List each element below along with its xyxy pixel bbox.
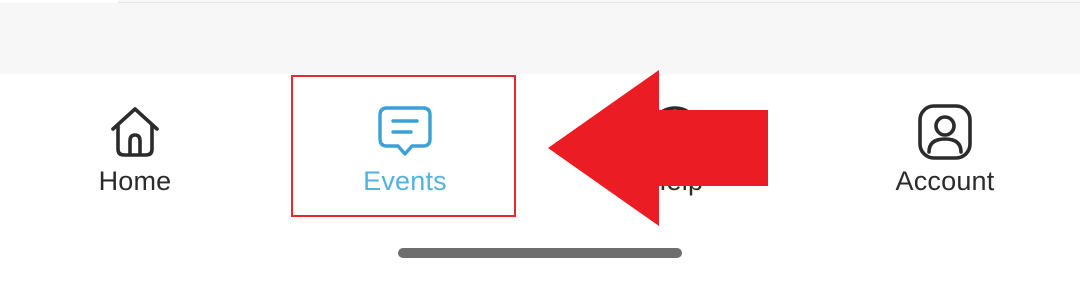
content-divider-gap	[0, 0, 118, 3]
tab-events-label: Events	[363, 166, 447, 196]
app-screen: Home Events Help Account	[0, 0, 1080, 285]
tab-events[interactable]: Events	[270, 74, 540, 224]
tab-account-label: Account	[895, 166, 995, 196]
help-icon	[645, 102, 705, 162]
tab-home-label: Home	[98, 166, 172, 196]
tab-help-label: Help	[646, 166, 704, 196]
bottom-tab-bar: Home Events Help Account	[0, 74, 1080, 234]
tab-home[interactable]: Home	[0, 74, 270, 224]
home-indicator[interactable]	[398, 248, 682, 258]
account-icon	[915, 102, 975, 162]
tab-account[interactable]: Account	[810, 74, 1080, 224]
content-area	[0, 0, 1080, 74]
home-icon	[105, 102, 165, 162]
tab-help[interactable]: Help	[540, 74, 810, 224]
content-divider	[118, 2, 1080, 3]
chat-bubble-icon	[375, 102, 435, 162]
